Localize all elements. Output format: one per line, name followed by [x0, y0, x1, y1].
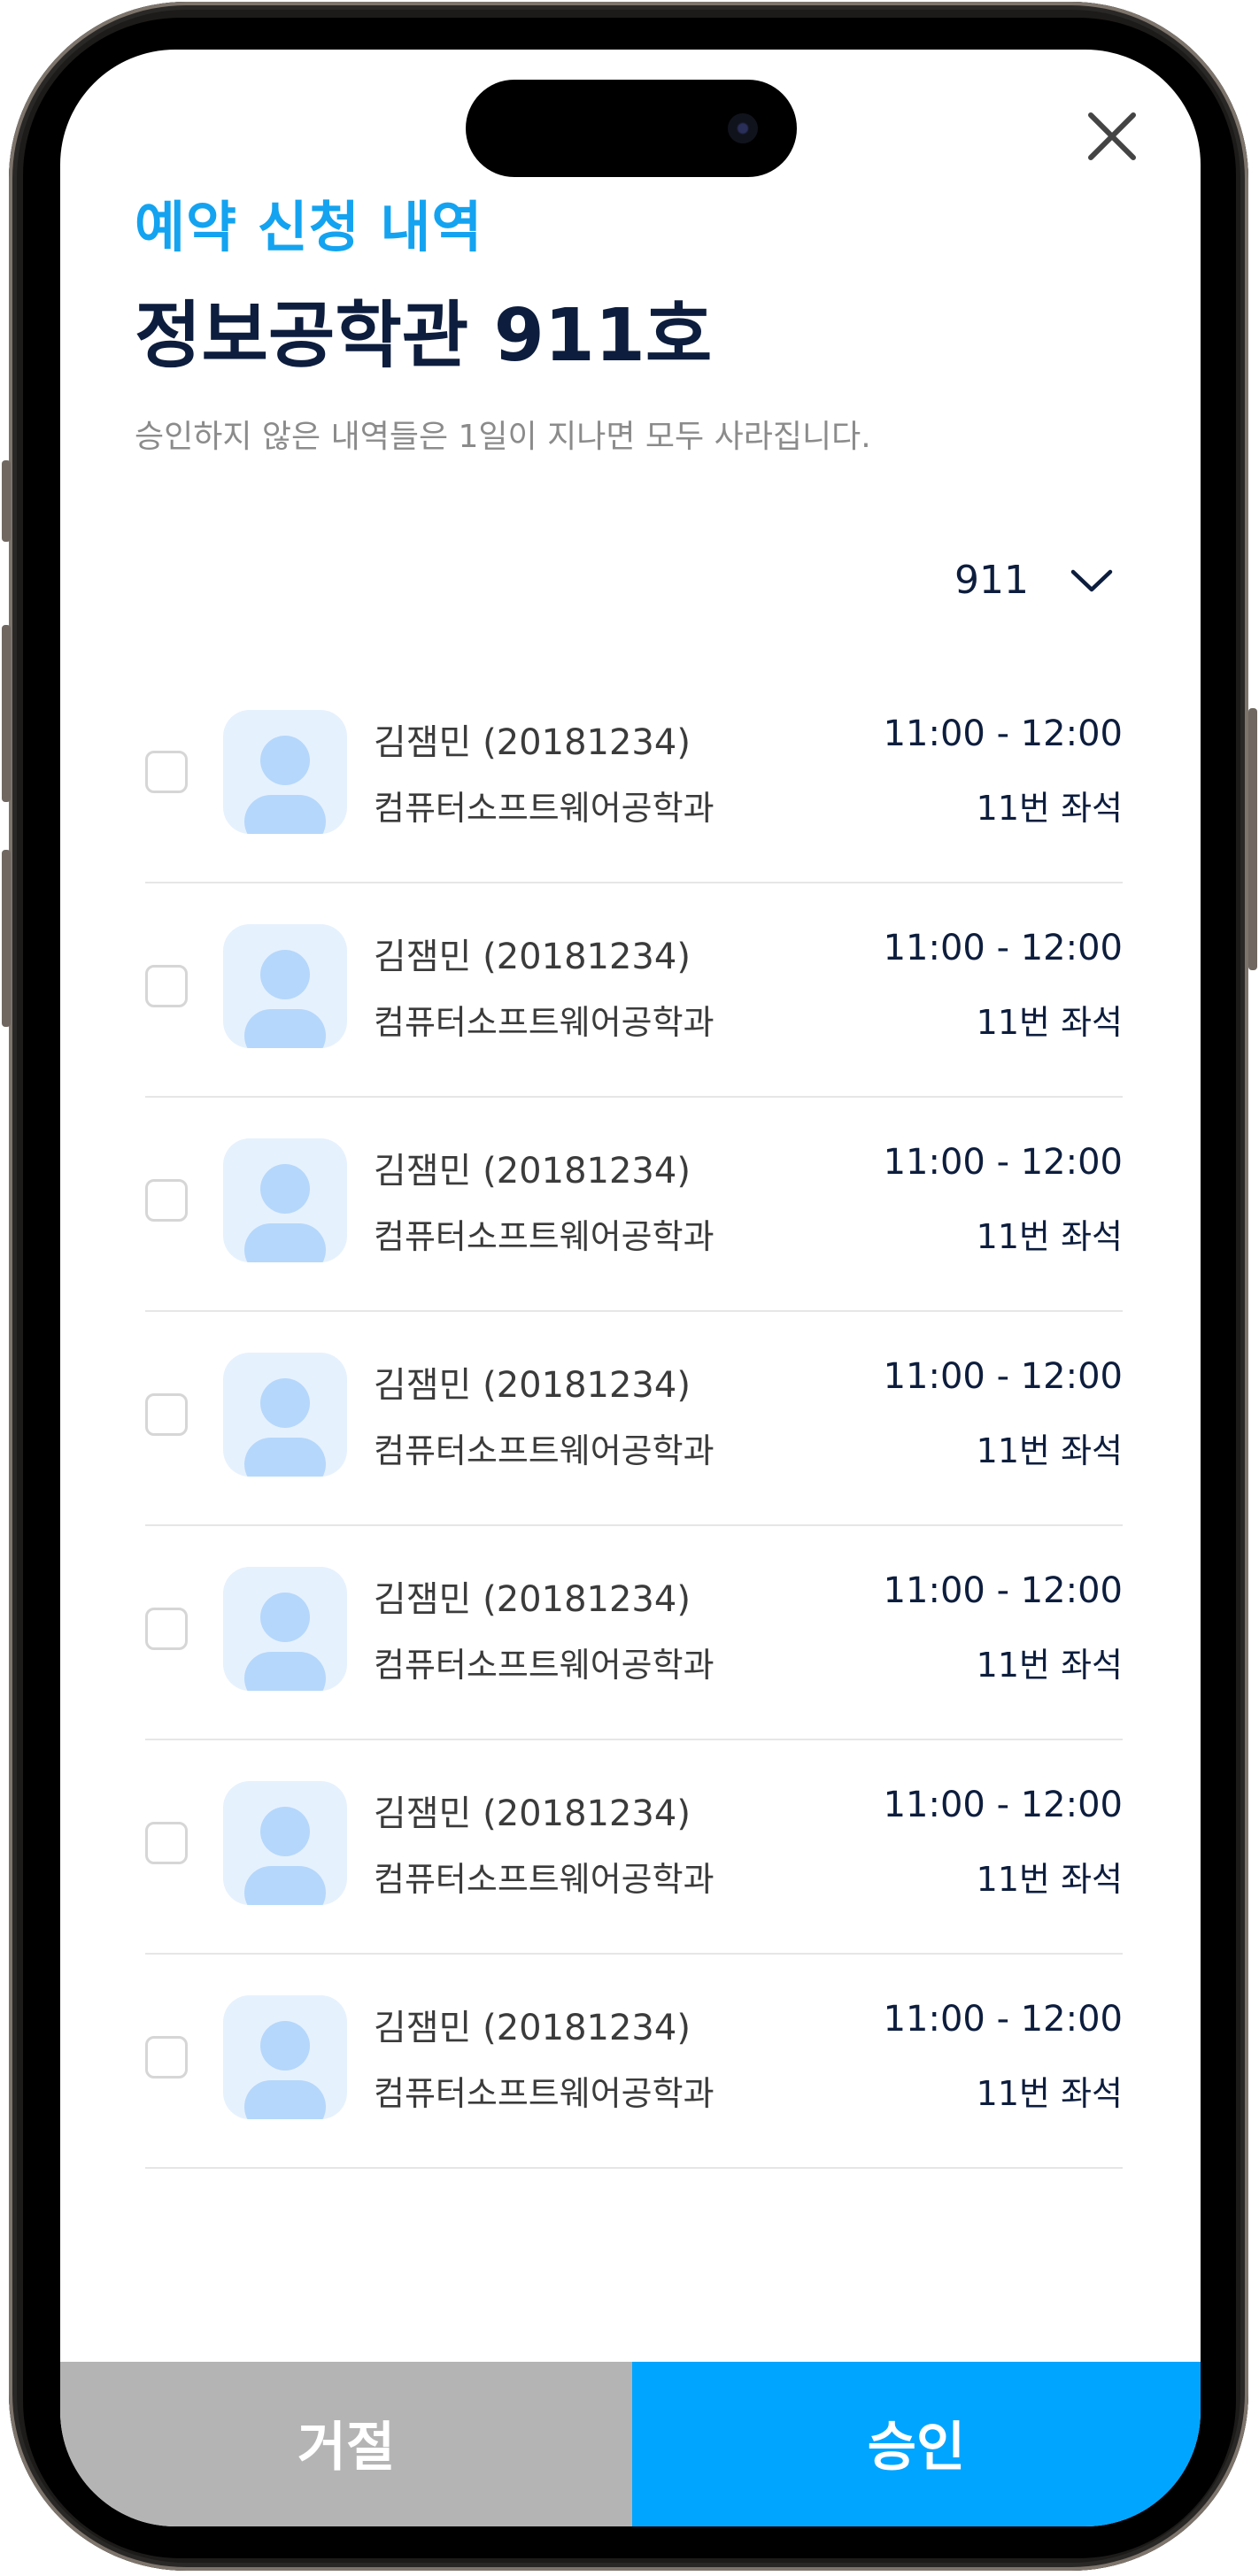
avatar: [223, 1138, 347, 1262]
requester-department: 컴퓨터소프트웨어공학과: [374, 1003, 714, 1042]
request-row: 김잼민 (20181234) 컴퓨터소프트웨어공학과 11:00 - 12:00…: [145, 883, 1123, 1098]
side-button-volume-up: [2, 625, 11, 802]
section-eyebrow: 예약 신청 내역: [135, 195, 483, 259]
side-button-silent: [2, 460, 11, 542]
approve-button[interactable]: 승인: [632, 2362, 1201, 2526]
screen: 예약 신청 내역 정보공학관 911호 승인하지 않은 내역들은 1일이 지나면…: [60, 50, 1201, 2526]
seat-number: 11번 좌석: [976, 1431, 1123, 1470]
request-row: 김잼민 (20181234) 컴퓨터소프트웨어공학과 11:00 - 12:00…: [145, 1955, 1123, 2169]
request-checkbox[interactable]: [145, 965, 188, 1007]
request-list: 김잼민 (20181234) 컴퓨터소프트웨어공학과 11:00 - 12:00…: [145, 669, 1123, 2169]
dynamic-island: [466, 80, 797, 177]
room-select-dropdown[interactable]: 911: [946, 542, 1140, 613]
request-row: 김잼민 (20181234) 컴퓨터소프트웨어공학과 11:00 - 12:00…: [145, 1098, 1123, 1312]
user-icon: [244, 950, 326, 1048]
avatar: [223, 924, 347, 1048]
requester-department: 컴퓨터소프트웨어공학과: [374, 1646, 714, 1685]
reservation-time: 11:00 - 12:00: [883, 1142, 1123, 1183]
reservation-time: 11:00 - 12:00: [883, 1356, 1123, 1397]
avatar: [223, 1353, 347, 1477]
requester-name: 김잼민 (20181234): [374, 722, 691, 763]
close-button[interactable]: [1085, 110, 1139, 163]
user-icon: [244, 1593, 326, 1691]
requester-department: 컴퓨터소프트웨어공학과: [374, 789, 714, 828]
side-button-power: [1248, 708, 1257, 970]
expiry-notice: 승인하지 않은 내역들은 1일이 지나면 모두 사라집니다.: [135, 419, 871, 455]
requester-name: 김잼민 (20181234): [374, 1365, 691, 1406]
request-row: 김잼민 (20181234) 컴퓨터소프트웨어공학과 11:00 - 12:00…: [145, 1740, 1123, 1955]
requester-name: 김잼민 (20181234): [374, 937, 691, 977]
avatar: [223, 710, 347, 834]
user-icon: [244, 2021, 326, 2119]
seat-number: 11번 좌석: [976, 1860, 1123, 1899]
close-icon: [1088, 112, 1136, 160]
requester-name: 김잼민 (20181234): [374, 1151, 691, 1192]
request-checkbox[interactable]: [145, 1822, 188, 1864]
requester-name: 김잼민 (20181234): [374, 2008, 691, 2048]
requester-department: 컴퓨터소프트웨어공학과: [374, 1431, 714, 1470]
reservation-time: 11:00 - 12:00: [883, 1785, 1123, 1825]
reservation-time: 11:00 - 12:00: [883, 1570, 1123, 1611]
requester-department: 컴퓨터소프트웨어공학과: [374, 2074, 714, 2113]
request-checkbox[interactable]: [145, 2036, 188, 2079]
request-checkbox[interactable]: [145, 1179, 188, 1222]
user-icon: [244, 1378, 326, 1477]
camera-lens: [728, 113, 758, 143]
avatar: [223, 1567, 347, 1691]
request-checkbox[interactable]: [145, 1608, 188, 1650]
room-select-value: 911: [954, 558, 1029, 603]
chevron-down-icon: [1070, 569, 1113, 592]
seat-number: 11번 좌석: [976, 2074, 1123, 2113]
requester-department: 컴퓨터소프트웨어공학과: [374, 1860, 714, 1899]
reject-button[interactable]: 거절: [60, 2362, 632, 2526]
reservation-time: 11:00 - 12:00: [883, 713, 1123, 754]
request-checkbox[interactable]: [145, 751, 188, 793]
request-row: 김잼민 (20181234) 컴퓨터소프트웨어공학과 11:00 - 12:00…: [145, 1312, 1123, 1526]
user-icon: [244, 1164, 326, 1262]
request-checkbox[interactable]: [145, 1393, 188, 1436]
reservation-time: 11:00 - 12:00: [883, 928, 1123, 968]
requester-name: 김잼민 (20181234): [374, 1793, 691, 1834]
avatar: [223, 1995, 347, 2119]
user-icon: [244, 1807, 326, 1905]
request-row: 김잼민 (20181234) 컴퓨터소프트웨어공학과 11:00 - 12:00…: [145, 669, 1123, 883]
side-button-volume-down: [2, 850, 11, 1027]
seat-number: 11번 좌석: [976, 1646, 1123, 1685]
user-icon: [244, 736, 326, 834]
page-title: 정보공학관 911호: [135, 294, 713, 378]
seat-number: 11번 좌석: [976, 1217, 1123, 1256]
requester-name: 김잼민 (20181234): [374, 1579, 691, 1620]
avatar: [223, 1781, 347, 1905]
requester-department: 컴퓨터소프트웨어공학과: [374, 1217, 714, 1256]
request-row: 김잼민 (20181234) 컴퓨터소프트웨어공학과 11:00 - 12:00…: [145, 1526, 1123, 1740]
seat-number: 11번 좌석: [976, 1003, 1123, 1042]
seat-number: 11번 좌석: [976, 789, 1123, 828]
reservation-time: 11:00 - 12:00: [883, 1999, 1123, 2040]
action-bar: 거절 승인: [60, 2362, 1201, 2526]
